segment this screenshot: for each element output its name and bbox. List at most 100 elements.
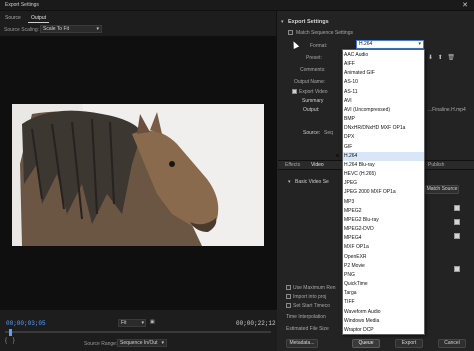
time-interpolation-label: Time Interpolation bbox=[286, 314, 326, 320]
export-settings-heading: Export Settings bbox=[288, 19, 329, 25]
tab-effects[interactable]: Effects bbox=[285, 162, 300, 168]
zoom-fit-value: Fit bbox=[121, 320, 127, 326]
match-source-button[interactable]: Match Source bbox=[425, 185, 459, 194]
format-option[interactable]: MPEG2 Blu-ray bbox=[343, 216, 424, 225]
format-option[interactable]: AVI bbox=[343, 97, 424, 106]
tab-video[interactable]: Video bbox=[311, 162, 324, 168]
format-option[interactable]: AIFF bbox=[343, 60, 424, 69]
format-option[interactable]: H.264 bbox=[336, 151, 424, 161]
export-video-checkbox[interactable] bbox=[292, 89, 297, 94]
export-button[interactable]: Export bbox=[395, 339, 423, 348]
format-option[interactable]: H.264 Blu-ray bbox=[343, 161, 424, 170]
format-option[interactable]: MPEG2 bbox=[343, 207, 424, 216]
format-option[interactable]: JPEG 2000 MXF OP1a bbox=[343, 188, 424, 197]
setting-checkbox[interactable] bbox=[454, 219, 460, 225]
summary-heading: Summary bbox=[302, 98, 324, 104]
mark-in-icon[interactable]: { bbox=[5, 338, 7, 344]
use-max-render-label: Use Maximum Ren bbox=[293, 285, 336, 291]
format-label: Format: bbox=[310, 43, 328, 49]
format-option[interactable]: MPEG2-DVD bbox=[343, 225, 424, 234]
collapse-triangle-icon[interactable]: ▾ bbox=[281, 19, 284, 25]
playhead[interactable] bbox=[9, 329, 12, 336]
import-into-project-checkbox[interactable] bbox=[286, 294, 291, 299]
format-option[interactable]: Waveform Audio bbox=[343, 308, 424, 317]
output-name-label: Output Name: bbox=[294, 79, 326, 85]
basic-video-heading: Basic Video Se bbox=[295, 179, 329, 185]
source-summary-value: Seq bbox=[324, 130, 333, 136]
import-preset-icon[interactable]: ⬆ bbox=[438, 55, 443, 61]
estimated-file-size-label: Estimated File Size bbox=[286, 326, 329, 332]
format-option[interactable]: GIF bbox=[343, 143, 424, 152]
format-dropdown-list: AAC Audio AIFF Animated GIF AS-10 AS-11 AVI AV… bbox=[336, 49, 425, 335]
format-option[interactable]: HEVC (H.265) bbox=[343, 170, 424, 179]
setting-checkbox[interactable] bbox=[454, 233, 460, 239]
format-value: H.264 bbox=[359, 41, 373, 47]
format-option[interactable]: AAC Audio bbox=[343, 51, 424, 60]
format-option[interactable]: AVI (Uncompressed) bbox=[343, 106, 424, 115]
format-option[interactable]: DPX bbox=[343, 133, 424, 142]
format-option[interactable]: TIFF bbox=[343, 298, 424, 307]
export-video-label: Export Video bbox=[299, 89, 328, 95]
tab-publish[interactable]: Publish bbox=[428, 162, 444, 168]
zoom-fit-select[interactable]: Fit ▾ bbox=[118, 319, 146, 327]
current-timecode[interactable]: 00;00;03;05 bbox=[6, 320, 46, 327]
chevron-down-icon: ▾ bbox=[96, 26, 99, 32]
format-option[interactable]: PNG bbox=[343, 271, 424, 280]
comments-label: Comments: bbox=[300, 67, 326, 73]
end-timecode: 00;00;22;12 bbox=[236, 320, 276, 327]
format-option[interactable]: Animated GIF bbox=[343, 69, 424, 78]
format-option[interactable]: Targa bbox=[343, 289, 424, 298]
chevron-down-icon: ▾ bbox=[141, 320, 144, 326]
scrub-track[interactable] bbox=[5, 331, 271, 333]
set-start-timecode-checkbox[interactable] bbox=[286, 303, 291, 308]
close-icon[interactable]: ✕ bbox=[462, 0, 468, 11]
format-option[interactable]: MPEG4 bbox=[343, 234, 424, 243]
source-range-label: Source Range: bbox=[84, 341, 118, 347]
format-option[interactable]: BMP bbox=[343, 115, 424, 124]
setting-checkbox[interactable] bbox=[454, 266, 460, 272]
source-scaling-label: Source Scaling: bbox=[4, 27, 40, 33]
source-summary-label: Source: bbox=[303, 130, 321, 136]
format-option[interactable]: OpenEXR bbox=[343, 253, 424, 262]
chevron-down-icon: ▾ bbox=[161, 340, 164, 346]
source-range-select[interactable]: Sequence In/Out ▾ bbox=[117, 339, 167, 347]
metadata-button[interactable]: Metadata... bbox=[286, 339, 318, 348]
format-option[interactable]: MP3 bbox=[343, 198, 424, 207]
format-option[interactable]: Wraptor DCP bbox=[343, 326, 424, 335]
window-title: Export Settings bbox=[5, 2, 39, 8]
format-option[interactable]: AS-11 bbox=[343, 88, 424, 97]
output-summary-label: Output: bbox=[303, 107, 320, 113]
save-preset-icon[interactable]: ⬇ bbox=[428, 55, 433, 61]
mark-out-icon[interactable]: } bbox=[13, 338, 15, 344]
collapse-triangle-icon[interactable]: ▾ bbox=[288, 179, 291, 185]
preset-actions: ⬇ ⬆ 🗑 bbox=[428, 54, 455, 61]
selected-dot-icon bbox=[336, 153, 339, 157]
format-option[interactable]: P2 Movie bbox=[343, 262, 424, 271]
format-option[interactable]: QuickTime bbox=[343, 280, 424, 289]
format-option[interactable]: Windows Media bbox=[343, 317, 424, 326]
aspect-icon[interactable]: ▣ bbox=[150, 319, 158, 327]
tab-output[interactable]: Output bbox=[28, 14, 50, 23]
video-frame bbox=[12, 104, 264, 246]
source-scaling-value: Scale To Fit bbox=[43, 26, 70, 32]
chevron-down-icon: ▾ bbox=[418, 41, 421, 47]
match-sequence-label: Match Sequence Settings bbox=[296, 30, 353, 36]
cancel-button[interactable]: Cancel bbox=[438, 339, 466, 348]
match-sequence-checkbox[interactable] bbox=[288, 30, 293, 35]
preset-label: Preset: bbox=[306, 55, 322, 61]
format-option[interactable]: DNxHR/DNxHD MXF OP1a bbox=[343, 124, 424, 133]
format-select[interactable]: H.264 ▾ bbox=[356, 40, 424, 49]
tab-source[interactable]: Source bbox=[2, 14, 24, 23]
output-summary-value: ...Finaline.H.mp4 bbox=[428, 107, 466, 113]
format-option[interactable]: MXF OP1a bbox=[343, 243, 424, 252]
horse-image bbox=[12, 104, 264, 246]
source-scaling-select[interactable]: Scale To Fit ▾ bbox=[40, 25, 102, 33]
format-option[interactable]: AS-10 bbox=[343, 78, 424, 87]
use-max-render-checkbox[interactable] bbox=[286, 285, 291, 290]
in-out-controls[interactable]: { } bbox=[5, 338, 15, 344]
delete-preset-icon[interactable]: 🗑 bbox=[447, 55, 455, 61]
format-option[interactable]: JPEG bbox=[343, 179, 424, 188]
setting-checkbox[interactable] bbox=[454, 205, 460, 211]
set-start-timecode-label: Set Start Timeco bbox=[293, 303, 330, 309]
queue-button[interactable]: Queue bbox=[352, 339, 380, 348]
